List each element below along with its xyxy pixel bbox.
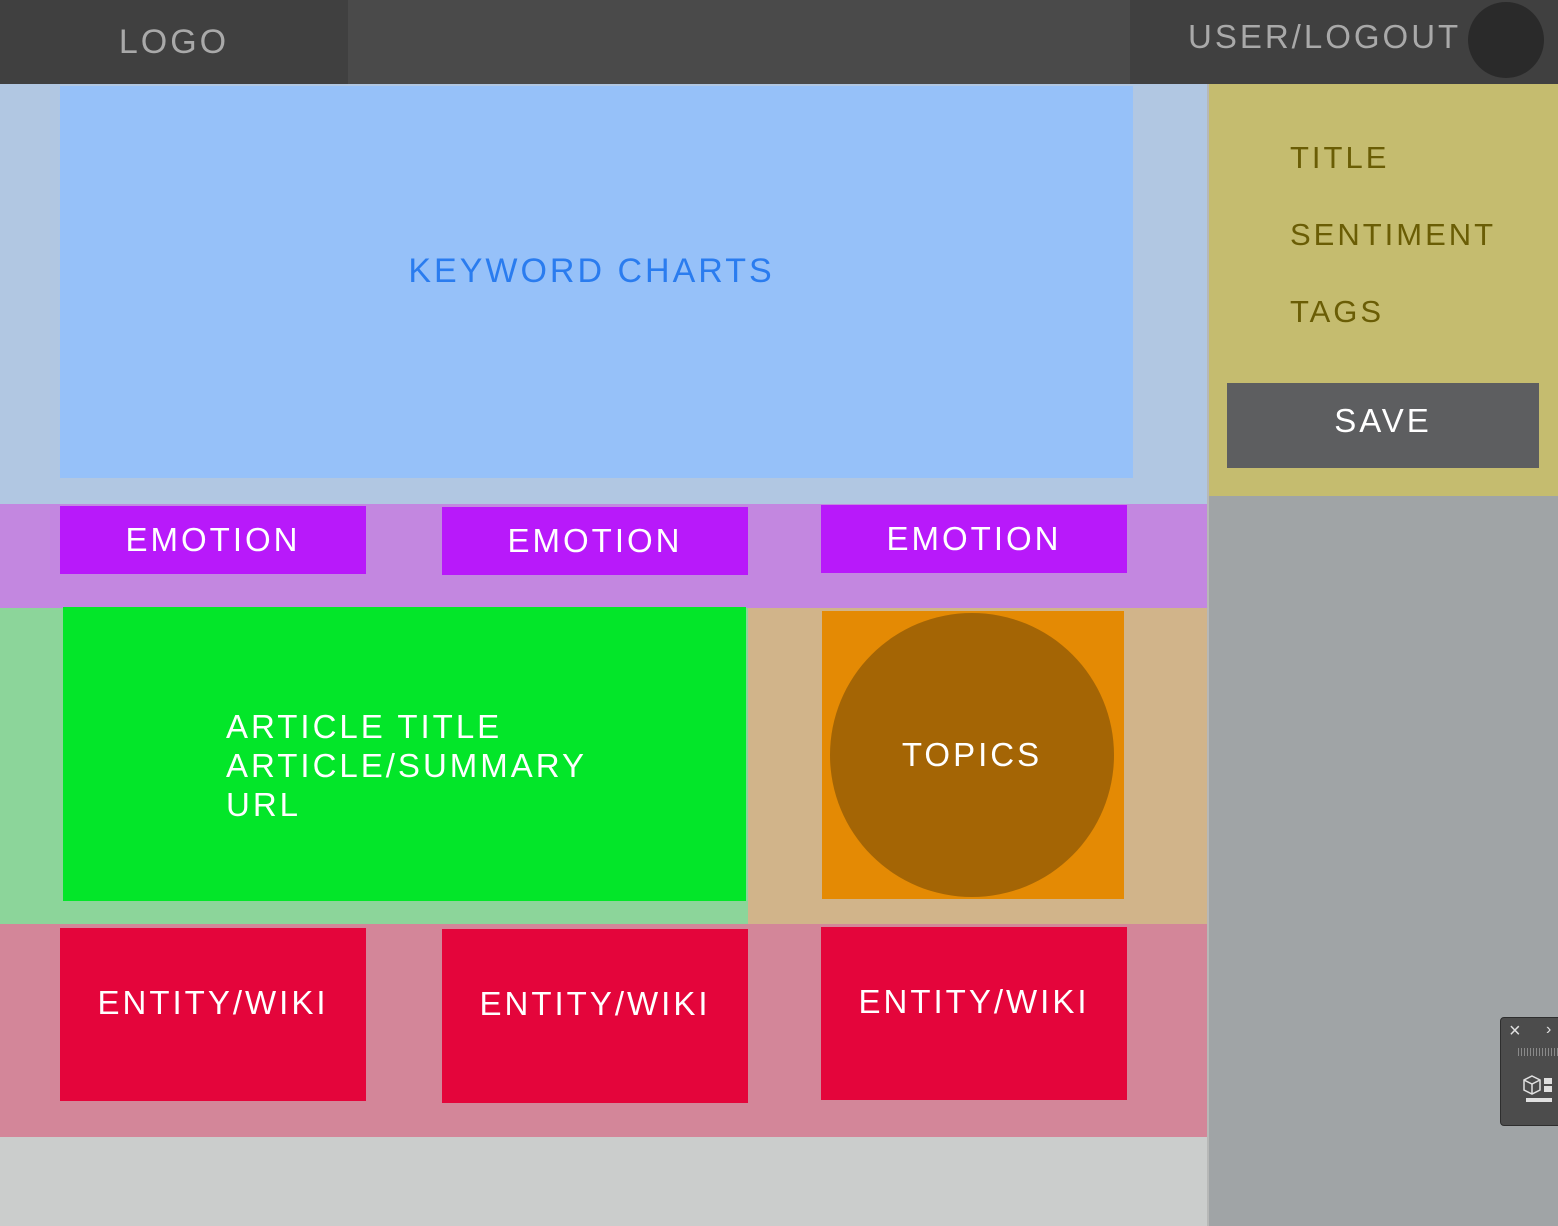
article-summary: ARTICLE/SUMMARY xyxy=(226,747,588,784)
entity-wiki-card[interactable]: ENTITY/WIKI xyxy=(60,928,366,1101)
avatar[interactable] xyxy=(1468,2,1544,78)
emotion-card[interactable]: EMOTION xyxy=(821,505,1127,573)
article-title: ARTICLE TITLE xyxy=(226,708,503,745)
topics-circle[interactable]: TOPICS xyxy=(830,613,1114,897)
cube-icon[interactable] xyxy=(1522,1072,1558,1108)
emotion-card[interactable]: EMOTION xyxy=(60,506,366,574)
chevron-right-icon[interactable]: › xyxy=(1546,1021,1551,1039)
sidebar-divider xyxy=(1207,84,1209,1226)
article-url[interactable]: URL xyxy=(226,785,746,824)
logo[interactable]: LOGO xyxy=(0,0,348,84)
entity-wiki-card[interactable]: ENTITY/WIKI xyxy=(442,929,748,1103)
sidebar-title-field[interactable]: TITLE xyxy=(1290,140,1389,176)
drag-handle-icon[interactable] xyxy=(1518,1048,1558,1056)
close-icon[interactable]: × xyxy=(1509,1020,1521,1043)
sidebar-tags-field[interactable]: TAGS xyxy=(1290,294,1384,330)
entity-wiki-card[interactable]: ENTITY/WIKI xyxy=(821,927,1127,1100)
article-panel[interactable]: ARTICLE TITLE ARTICLE/SUMMARY URL xyxy=(63,607,746,901)
emotion-card[interactable]: EMOTION xyxy=(442,507,748,575)
sidebar-sentiment-field[interactable]: SENTIMENT xyxy=(1290,217,1496,253)
keyword-charts-panel: KEYWORD CHARTS xyxy=(60,86,1133,478)
user-logout-link[interactable]: USER/LOGOUT xyxy=(1188,18,1461,56)
save-button[interactable]: SAVE xyxy=(1227,383,1539,468)
